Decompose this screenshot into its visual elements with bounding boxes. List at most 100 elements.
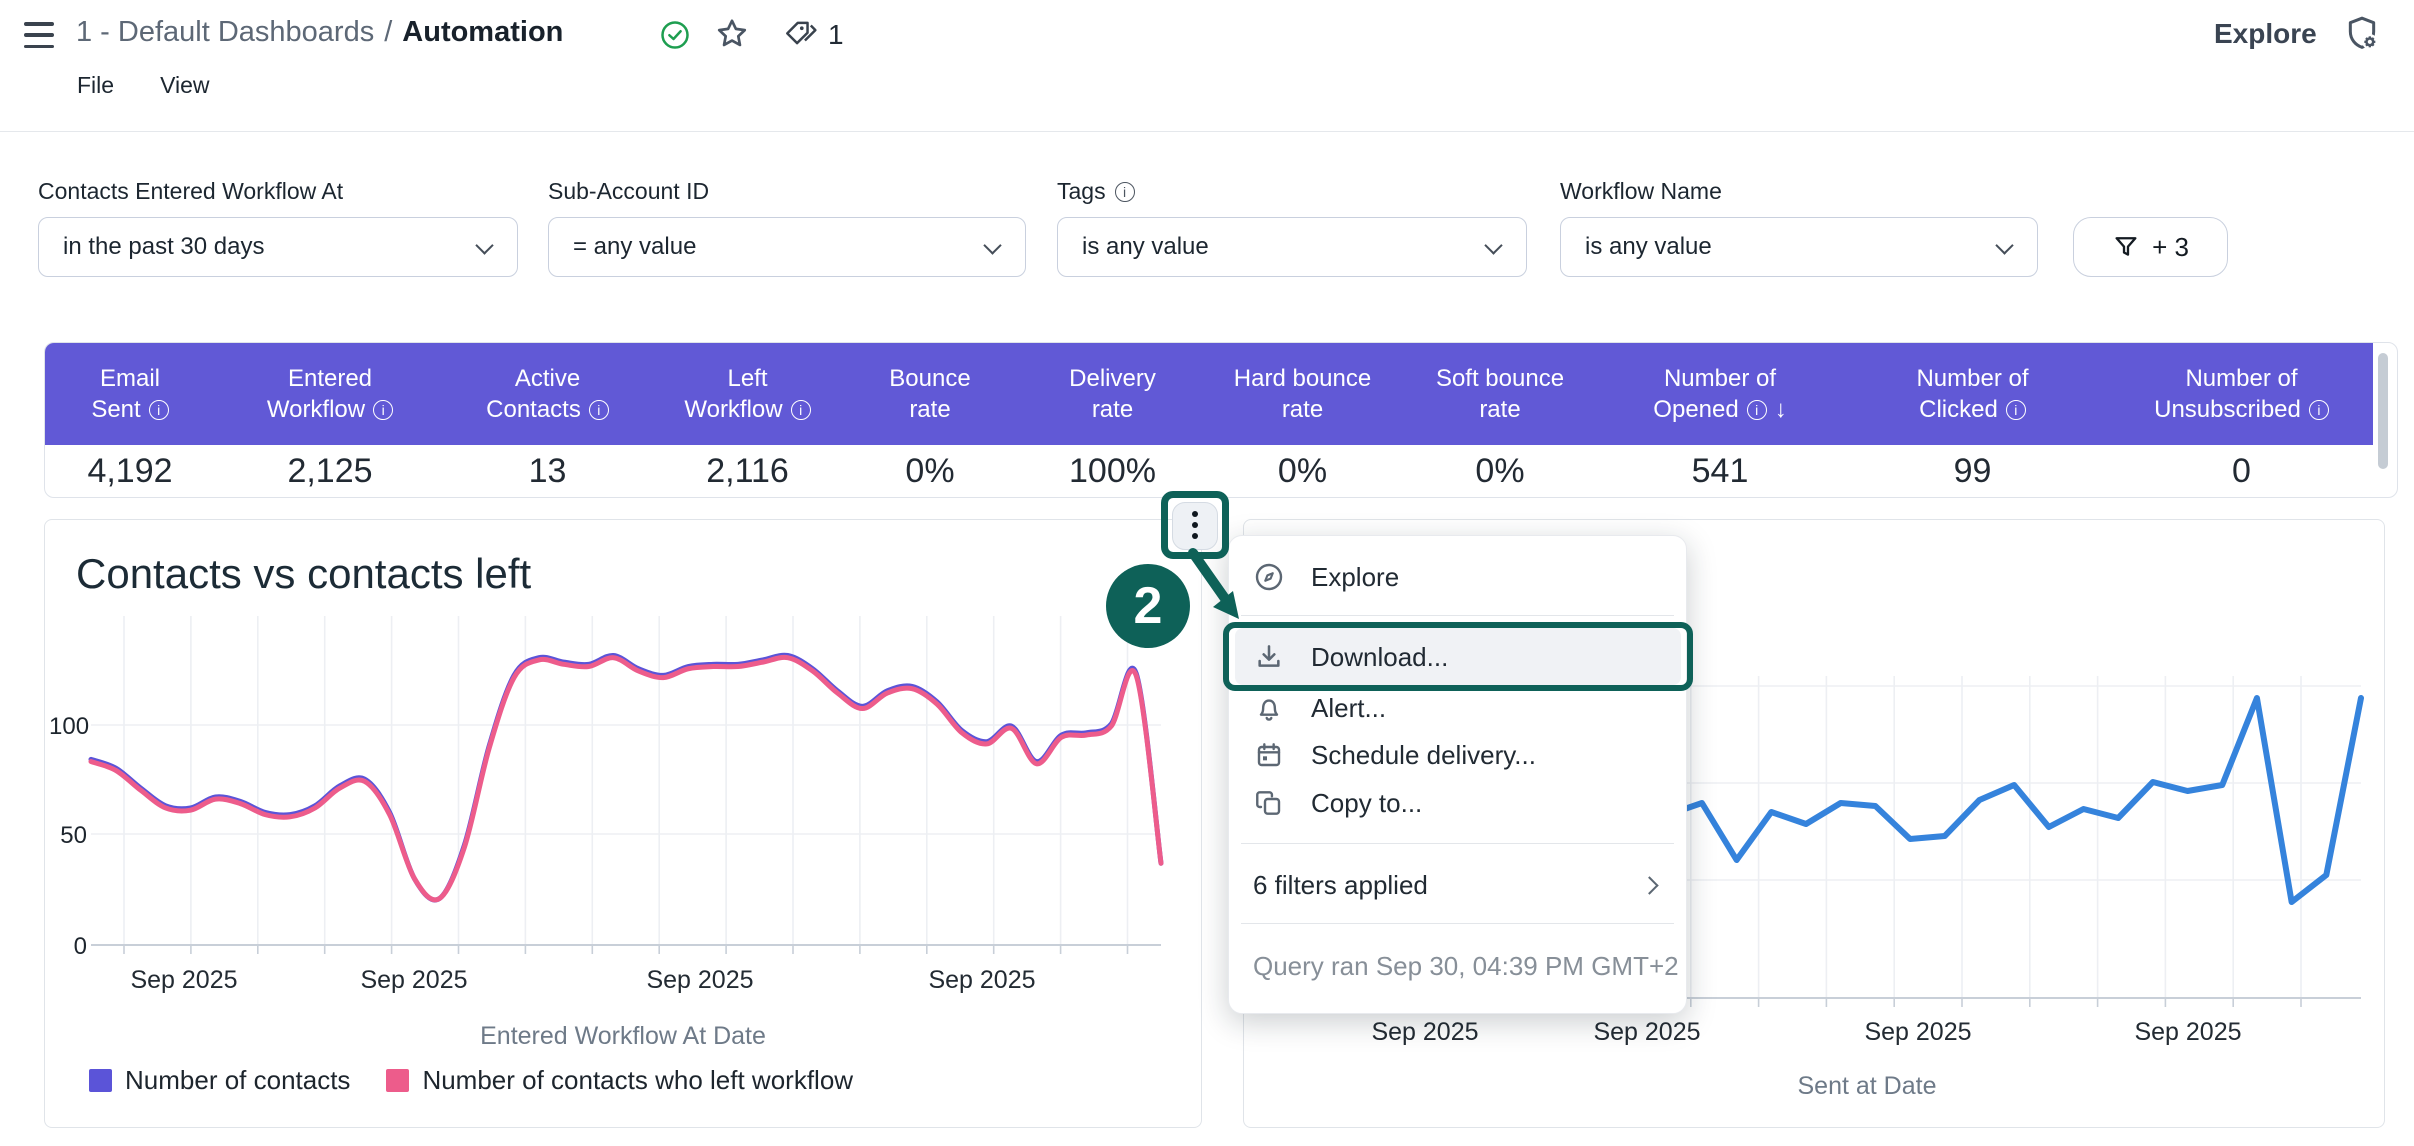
star-favorite-icon[interactable] bbox=[714, 16, 750, 52]
x-tick-label: Sep 2025 bbox=[630, 966, 770, 995]
column-header[interactable]: Number ofUnsubscribed bbox=[2110, 363, 2373, 425]
breadcrumb-folder[interactable]: 1 - Default Dashboards bbox=[76, 16, 374, 48]
info-icon[interactable] bbox=[1747, 400, 1767, 420]
tag-count: 1 bbox=[828, 19, 844, 51]
menu-item-schedule-delivery[interactable]: Schedule delivery... bbox=[1229, 729, 1686, 781]
x-tick-label: Sep 2025 bbox=[344, 966, 484, 995]
info-icon[interactable] bbox=[2006, 400, 2026, 420]
query-ran-timestamp: Query ran Sep 30, 04:39 PM GMT+2 bbox=[1253, 951, 1679, 982]
filter-select-subaccount[interactable]: = any value bbox=[548, 217, 1026, 277]
info-icon[interactable] bbox=[1115, 182, 1135, 202]
column-header[interactable]: Number ofOpened↓ bbox=[1605, 363, 1835, 425]
more-filters-button[interactable]: + 3 bbox=[2073, 217, 2228, 277]
chevron-right-icon bbox=[1640, 876, 1658, 894]
column-header[interactable]: Deliveryrate bbox=[1015, 363, 1210, 425]
page-title: Automation bbox=[402, 16, 563, 48]
legend-item-contacts[interactable]: Number of contacts bbox=[89, 1065, 350, 1096]
hamburger-menu-icon[interactable] bbox=[24, 22, 54, 48]
legend-item-left-workflow[interactable]: Number of contacts who left workflow bbox=[386, 1065, 853, 1096]
menu-view[interactable]: View bbox=[160, 72, 209, 99]
menu-item-alert[interactable]: Alert... bbox=[1229, 682, 1686, 734]
chart-legend: Number of contacts Number of contacts wh… bbox=[89, 1065, 853, 1096]
menu-divider bbox=[1241, 615, 1674, 616]
filter-label-subaccount: Sub-Account ID bbox=[548, 178, 709, 205]
table-scrollbar[interactable] bbox=[2378, 353, 2388, 469]
kpi-value: 2,125 bbox=[215, 452, 445, 491]
annotation-arrow-icon bbox=[1185, 545, 1255, 630]
filter-select-workflow-name[interactable]: is any value bbox=[1560, 217, 2038, 277]
column-header[interactable]: ActiveContacts bbox=[445, 363, 650, 425]
filter-label-tags: Tags bbox=[1057, 178, 1135, 205]
download-icon bbox=[1253, 641, 1285, 673]
header-divider bbox=[0, 131, 2414, 132]
legend-swatch-contacts bbox=[89, 1069, 112, 1092]
filter-select-tags[interactable]: is any value bbox=[1057, 217, 1527, 277]
column-header[interactable]: Hard bouncerate bbox=[1210, 363, 1395, 425]
explore-link[interactable]: Explore bbox=[2214, 18, 2317, 50]
breadcrumb: 1 - Default Dashboards / Automation bbox=[76, 16, 563, 49]
info-icon[interactable] bbox=[373, 400, 393, 420]
menu-file[interactable]: File bbox=[77, 72, 114, 99]
info-icon[interactable] bbox=[589, 400, 609, 420]
filter-label-contacts-entered: Contacts Entered Workflow At bbox=[38, 178, 343, 205]
menubar: File View bbox=[77, 72, 210, 99]
tile-context-menu: Explore Download... Alert... Schedule de… bbox=[1228, 535, 1687, 1014]
kpi-value: 0% bbox=[845, 452, 1015, 491]
chevron-down-icon bbox=[475, 236, 493, 254]
y-tick-50: 50 bbox=[49, 822, 87, 850]
kpi-table-value-row: 4,1922,125132,1160%100%0%0%541990 bbox=[45, 445, 2373, 497]
sort-desc-icon: ↓ bbox=[1775, 394, 1787, 425]
tags-icon[interactable] bbox=[784, 19, 818, 49]
tile-kebab-menu-button[interactable] bbox=[1172, 502, 1218, 550]
tile-contacts-vs-contacts-left: Contacts vs contacts left 100 50 0 Sep 2… bbox=[44, 519, 1202, 1128]
legend-swatch-left-workflow bbox=[386, 1069, 409, 1092]
filter-label-workflow-name: Workflow Name bbox=[1560, 178, 1722, 205]
menu-divider bbox=[1241, 923, 1674, 924]
compass-icon bbox=[1253, 561, 1285, 593]
column-header[interactable]: Number ofClicked bbox=[1835, 363, 2110, 425]
copy-icon bbox=[1253, 787, 1285, 819]
kpi-value: 0% bbox=[1210, 452, 1395, 491]
bell-icon bbox=[1253, 692, 1285, 724]
column-header[interactable]: Soft bouncerate bbox=[1395, 363, 1605, 425]
dashboard-page: 1 - Default Dashboards / Automation 1 Expl… bbox=[0, 0, 2414, 1146]
breadcrumb-separator: / bbox=[384, 16, 392, 48]
menu-item-filters-applied[interactable]: 6 filters applied bbox=[1229, 859, 1686, 911]
x-axis-title: Entered Workflow At Date bbox=[45, 1022, 1201, 1051]
annotation-step-badge: 2 bbox=[1106, 564, 1190, 648]
menu-item-copy-to[interactable]: Copy to... bbox=[1229, 777, 1686, 829]
kpi-value: 99 bbox=[1835, 452, 2110, 491]
menu-divider bbox=[1241, 843, 1674, 844]
filter-select-contacts-entered[interactable]: in the past 30 days bbox=[38, 217, 518, 277]
menu-item-download[interactable]: Download... bbox=[1229, 631, 1686, 683]
x-tick-label: Sep 2025 bbox=[1577, 1018, 1717, 1047]
x-tick-label: Sep 2025 bbox=[114, 966, 254, 995]
x-tick-label: Sep 2025 bbox=[2118, 1018, 2258, 1047]
column-header[interactable]: LeftWorkflow bbox=[650, 363, 845, 425]
info-icon[interactable] bbox=[2309, 400, 2329, 420]
calendar-icon bbox=[1253, 739, 1285, 771]
x-tick-label: Sep 2025 bbox=[1355, 1018, 1495, 1047]
column-header[interactable]: EmailSent bbox=[45, 363, 215, 425]
kpi-value: 13 bbox=[445, 452, 650, 491]
info-icon[interactable] bbox=[149, 400, 169, 420]
x-axis-title: Sent at Date bbox=[1717, 1072, 2017, 1101]
y-tick-100: 100 bbox=[49, 713, 87, 741]
kpi-table-header-row: EmailSentEnteredWorkflowActiveContactsLe… bbox=[45, 343, 2373, 445]
chevron-down-icon bbox=[983, 236, 1001, 254]
shield-admin-icon[interactable] bbox=[2342, 14, 2382, 54]
x-tick-label: Sep 2025 bbox=[912, 966, 1052, 995]
verified-check-icon bbox=[660, 20, 690, 50]
kpi-value: 0% bbox=[1395, 452, 1605, 491]
kpi-value: 541 bbox=[1605, 452, 1835, 491]
menu-item-explore[interactable]: Explore bbox=[1229, 551, 1686, 603]
info-icon[interactable] bbox=[791, 400, 811, 420]
column-header[interactable]: Bouncerate bbox=[845, 363, 1015, 425]
chevron-down-icon bbox=[1995, 236, 2013, 254]
kpi-summary-table: EmailSentEnteredWorkflowActiveContactsLe… bbox=[44, 342, 2398, 498]
funnel-icon bbox=[2112, 233, 2140, 261]
x-tick-label: Sep 2025 bbox=[1848, 1018, 1988, 1047]
kpi-value: 100% bbox=[1015, 452, 1210, 491]
chevron-down-icon bbox=[1484, 236, 1502, 254]
column-header[interactable]: EnteredWorkflow bbox=[215, 363, 445, 425]
